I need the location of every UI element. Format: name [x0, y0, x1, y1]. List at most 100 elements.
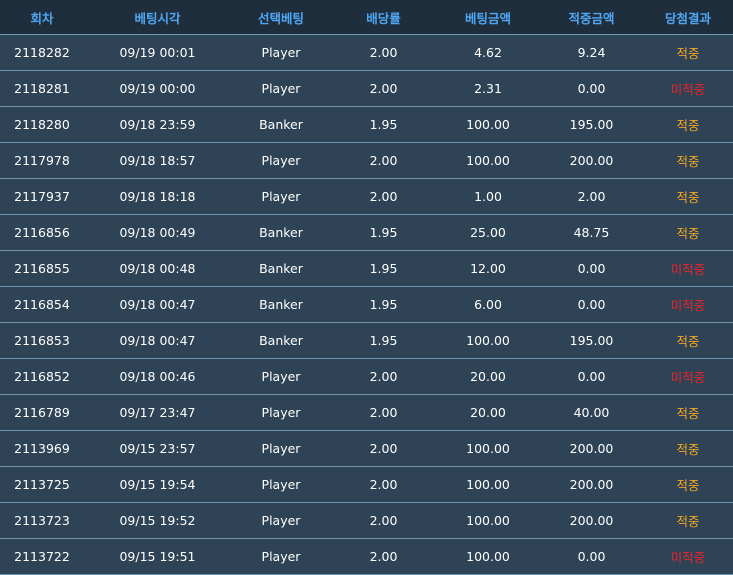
bet-time-cell: 09/15 19:51	[119, 549, 196, 564]
bet-amount-cell: 20.00	[470, 405, 506, 420]
odds-cell: 2.00	[369, 549, 398, 564]
selection-cell: Player	[261, 441, 301, 456]
table-row: 2113969 09/15 23:57 Player 2.00 100.00 200.00…	[0, 431, 733, 467]
result-cell: 적중	[676, 514, 700, 529]
bet-amount-cell: 100.00	[466, 513, 510, 528]
table-row: 2116853 09/18 00:47 Banker 1.95 100.00 195.00…	[0, 323, 733, 359]
result-cell: 미적중	[670, 370, 706, 385]
selection-cell: Player	[261, 405, 301, 420]
bet-amount-cell: 100.00	[466, 549, 510, 564]
odds-cell: 1.95	[369, 261, 398, 276]
odds-cell: 2.00	[369, 405, 398, 420]
result-cell: 미적중	[670, 298, 706, 313]
win-amount-cell: 9.24	[577, 45, 606, 60]
round-cell: 2116852	[14, 369, 70, 384]
selection-cell: Banker	[259, 117, 303, 132]
round-cell: 2113723	[14, 513, 70, 528]
selection-cell: Player	[261, 81, 301, 96]
result-cell: 적중	[676, 406, 700, 421]
round-cell: 2116855	[14, 261, 70, 276]
table-row: 2113722 09/15 19:51 Player 2.00 100.00 0.00 미적…	[0, 539, 733, 575]
table-row: 2113723 09/15 19:52 Player 2.00 100.00 200.00…	[0, 503, 733, 539]
win-amount-cell: 0.00	[577, 297, 606, 312]
table-body: 2118282 09/19 00:01 Player 2.00 4.62 9.24 적중 21…	[0, 35, 733, 575]
selection-cell: Player	[261, 549, 301, 564]
odds-cell: 1.95	[369, 117, 398, 132]
table-row: 2116789 09/17 23:47 Player 2.00 20.00 40.00 적중	[0, 395, 733, 431]
win-amount-cell: 0.00	[577, 81, 606, 96]
round-cell: 2113722	[14, 549, 70, 564]
round-cell: 2113969	[14, 441, 70, 456]
header-bet-time: 베팅시각	[134, 10, 181, 26]
bet-time-cell: 09/18 23:59	[119, 117, 196, 132]
table-row: 2116855 09/18 00:48 Banker 1.95 12.00 0.00 미적중	[0, 251, 733, 287]
result-cell: 적중	[676, 478, 700, 493]
odds-cell: 2.00	[369, 513, 398, 528]
bet-time-cell: 09/18 00:47	[119, 297, 196, 312]
table-row: 2116852 09/18 00:46 Player 2.00 20.00 0.00 미적중	[0, 359, 733, 395]
bet-time-cell: 09/19 00:00	[119, 81, 196, 96]
selection-cell: Player	[261, 153, 301, 168]
bet-amount-cell: 1.00	[474, 189, 502, 204]
win-amount-cell: 48.75	[573, 225, 610, 240]
round-cell: 2116856	[14, 225, 70, 240]
bet-amount-cell: 6.00	[474, 297, 502, 312]
bet-amount-cell: 100.00	[466, 153, 510, 168]
odds-cell: 2.00	[369, 189, 398, 204]
selection-cell: Player	[261, 369, 301, 384]
table-row: 2117937 09/18 18:18 Player 2.00 1.00 2.00 적중	[0, 179, 733, 215]
result-cell: 미적중	[670, 550, 706, 565]
result-cell: 적중	[676, 226, 700, 241]
header-result: 당첨결과	[664, 10, 711, 26]
table-row: 2116856 09/18 00:49 Banker 1.95 25.00 48.75 적중	[0, 215, 733, 251]
bet-time-cell: 09/18 00:46	[119, 369, 196, 384]
selection-cell: Player	[261, 513, 301, 528]
result-cell: 적중	[676, 154, 700, 169]
win-amount-cell: 0.00	[577, 549, 606, 564]
table-row: 2116854 09/18 00:47 Banker 1.95 6.00 0.00 미적중	[0, 287, 733, 323]
result-cell: 적중	[676, 334, 700, 349]
round-cell: 2116853	[14, 333, 70, 348]
selection-cell: Banker	[259, 225, 303, 240]
odds-cell: 2.00	[369, 369, 398, 384]
result-cell: 미적중	[670, 82, 706, 97]
selection-cell: Player	[261, 45, 301, 60]
bet-amount-cell: 100.00	[466, 477, 510, 492]
win-amount-cell: 195.00	[569, 333, 614, 348]
bet-time-cell: 09/18 00:49	[119, 225, 196, 240]
bet-time-cell: 09/18 18:18	[119, 189, 196, 204]
bet-time-cell: 09/18 18:57	[119, 153, 196, 168]
odds-cell: 1.95	[369, 225, 398, 240]
bet-amount-cell: 100.00	[466, 441, 510, 456]
table-row: 2117978 09/18 18:57 Player 2.00 100.00 200.00…	[0, 143, 733, 179]
bet-amount-cell: 25.00	[470, 225, 506, 240]
bet-time-cell: 09/15 19:54	[119, 477, 196, 492]
table-row: 2118282 09/19 00:01 Player 2.00 4.62 9.24 적중	[0, 35, 733, 71]
round-cell: 2116789	[14, 405, 70, 420]
round-cell: 2116854	[14, 297, 70, 312]
selection-cell: Banker	[259, 261, 303, 276]
round-cell: 2118282	[14, 45, 70, 60]
odds-cell: 1.95	[369, 297, 398, 312]
table-header: 회차 베팅시각 선택베팅 배당률 베팅금액 적중금액 당첨결과	[0, 0, 733, 35]
header-bet-amount: 베팅금액	[464, 10, 511, 26]
bet-amount-cell: 12.00	[470, 261, 506, 276]
round-cell: 2117978	[14, 153, 70, 168]
selection-cell: Player	[261, 477, 301, 492]
table-row: 2113725 09/15 19:54 Player 2.00 100.00 200.00…	[0, 467, 733, 503]
result-cell: 적중	[676, 442, 700, 457]
bet-time-cell: 09/17 23:47	[119, 405, 196, 420]
bet-amount-cell: 4.62	[474, 45, 502, 60]
bet-amount-cell: 100.00	[466, 117, 510, 132]
odds-cell: 2.00	[369, 153, 398, 168]
bet-amount-cell: 2.31	[474, 81, 502, 96]
bet-time-cell: 09/18 00:47	[119, 333, 196, 348]
bet-amount-cell: 20.00	[470, 369, 506, 384]
round-cell: 2117937	[14, 189, 70, 204]
win-amount-cell: 0.00	[577, 369, 606, 384]
result-cell: 적중	[676, 190, 700, 205]
header-round: 회차	[30, 10, 54, 26]
win-amount-cell: 200.00	[569, 441, 614, 456]
header-selection: 선택베팅	[257, 10, 304, 26]
win-amount-cell: 2.00	[577, 189, 606, 204]
